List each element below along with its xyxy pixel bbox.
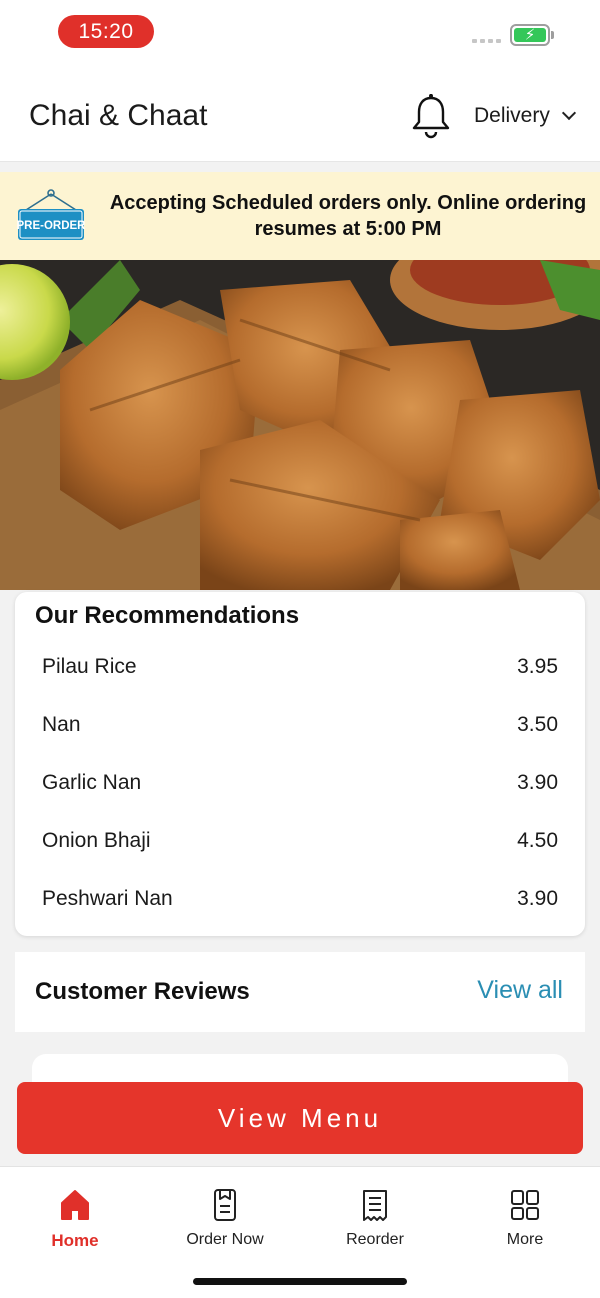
preorder-badge-text: PRE-ORDER [16,220,86,232]
reviews-title: Customer Reviews [35,978,250,1005]
nav-order-now-label: Order Now [186,1231,264,1248]
chevron-down-icon [561,105,576,121]
customer-reviews-section: Customer Reviews View all [15,952,585,1032]
recommendation-item[interactable]: Nan 3.50 [15,696,585,754]
nav-order-now[interactable]: Order Now [160,1187,290,1249]
view-all-reviews-link[interactable]: View all [477,976,563,1005]
grid-icon [511,1190,539,1220]
item-name: Nan [42,713,81,736]
view-menu-button[interactable]: View Menu [17,1082,583,1154]
delivery-mode-dropdown[interactable]: Delivery [474,104,576,128]
item-price: 3.90 [517,771,558,794]
delivery-mode-label: Delivery [474,104,550,127]
app-title: Chai & Chaat [29,99,208,132]
preorder-banner: PRE-ORDER Accepting Scheduled orders onl… [0,172,600,260]
battery-icon: ⚡ [510,24,554,46]
item-price: 4.50 [517,829,558,852]
item-name: Peshwari Nan [42,887,173,910]
status-time: 15:20 [58,15,154,48]
home-icon [61,1190,89,1220]
item-price: 3.90 [517,887,558,910]
hero-image [0,260,600,590]
recommendation-item[interactable]: Garlic Nan 3.90 [15,754,585,812]
banner-message: Accepting Scheduled orders only. Online … [109,192,587,240]
signal-icon [472,39,501,43]
recommendations-list: Pilau Rice 3.95 Nan 3.50 Garlic Nan 3.90… [15,638,585,928]
recommendation-item[interactable]: Peshwari Nan 3.90 [15,870,585,928]
status-bar: 15:20 ⚡ [0,0,600,64]
order-icon [214,1189,236,1221]
recommendations-card: Our Recommendations Pilau Rice 3.95 Nan … [15,592,585,936]
nav-home-label: Home [51,1231,99,1250]
home-indicator [193,1278,407,1285]
recommendation-item[interactable]: Onion Bhaji 4.50 [15,812,585,870]
bell-icon[interactable] [410,92,452,140]
item-name: Pilau Rice [42,655,137,678]
recommendation-item[interactable]: Pilau Rice 3.95 [15,638,585,696]
preorder-badge-icon: PRE-ORDER [16,189,86,240]
nav-reorder[interactable]: Reorder [310,1187,440,1249]
item-price: 3.50 [517,713,558,736]
nav-more[interactable]: More [460,1187,590,1249]
receipt-icon [363,1190,387,1221]
nav-reorder-label: Reorder [346,1231,404,1248]
item-name: Onion Bhaji [42,829,151,852]
recommendations-title: Our Recommendations [35,602,300,629]
item-price: 3.95 [517,655,558,678]
nav-more-label: More [506,1231,544,1248]
item-name: Garlic Nan [42,771,142,794]
app-header: Chai & Chaat Delivery [0,64,600,162]
nav-home[interactable]: Home [10,1187,140,1251]
